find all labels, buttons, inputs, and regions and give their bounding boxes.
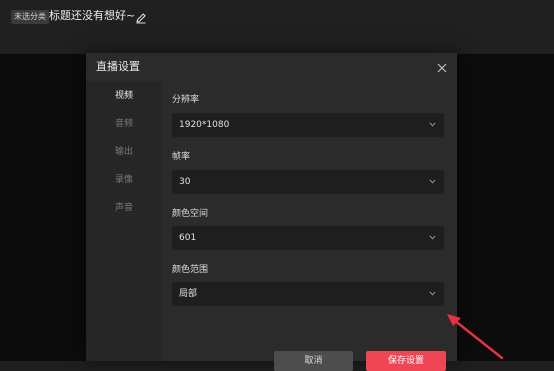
dialog-header: 直播设置 [86,53,457,81]
nav-item-recording[interactable]: 录像 [86,171,162,189]
live-settings-dialog: 直播设置 视频 音频 输出 录像 声音 分辨率 1920*1080 帧率 30 [86,53,457,371]
color-space-label: 颜色空间 [172,209,209,219]
resolution-label: 分辨率 [172,95,200,105]
chevron-down-icon [429,179,436,184]
dialog-title: 直播设置 [96,60,140,73]
red-arrow-icon [447,314,504,360]
cancel-button[interactable]: 取消 [274,351,353,371]
color-range-select[interactable]: 局部 [172,282,444,306]
chevron-down-icon [429,291,436,296]
category-tag[interactable]: 未选分类 [11,10,49,24]
chevron-down-icon [429,235,436,240]
chevron-down-icon [429,122,436,127]
nav-item-video[interactable]: 视频 [86,87,162,105]
frame-rate-value: 30 [179,177,191,187]
color-space-value: 601 [179,233,197,243]
stream-title[interactable]: 标题还没有想好~ [49,8,135,24]
color-space-select[interactable]: 601 [172,226,444,250]
nav-item-output[interactable]: 输出 [86,143,162,161]
color-range-label: 颜色范围 [172,265,209,275]
nav-item-sound[interactable]: 声音 [86,199,162,217]
frame-rate-label: 帧率 [172,152,191,162]
resolution-select[interactable]: 1920*1080 [172,113,444,137]
video-settings-panel: 分辨率 1920*1080 帧率 30 颜色空间 601 颜色范围 局部 [162,81,457,361]
frame-rate-select[interactable]: 30 [172,170,444,194]
color-range-value: 局部 [179,289,198,299]
pencil-icon[interactable] [135,9,147,24]
top-bar: 未选分类 标题还没有想好~ [0,0,554,54]
save-settings-button[interactable]: 保存设置 [366,351,446,371]
settings-nav: 视频 音频 输出 录像 声音 [86,81,162,361]
resolution-value: 1920*1080 [179,120,230,130]
nav-item-audio[interactable]: 音频 [86,115,162,133]
close-icon[interactable] [435,60,449,74]
